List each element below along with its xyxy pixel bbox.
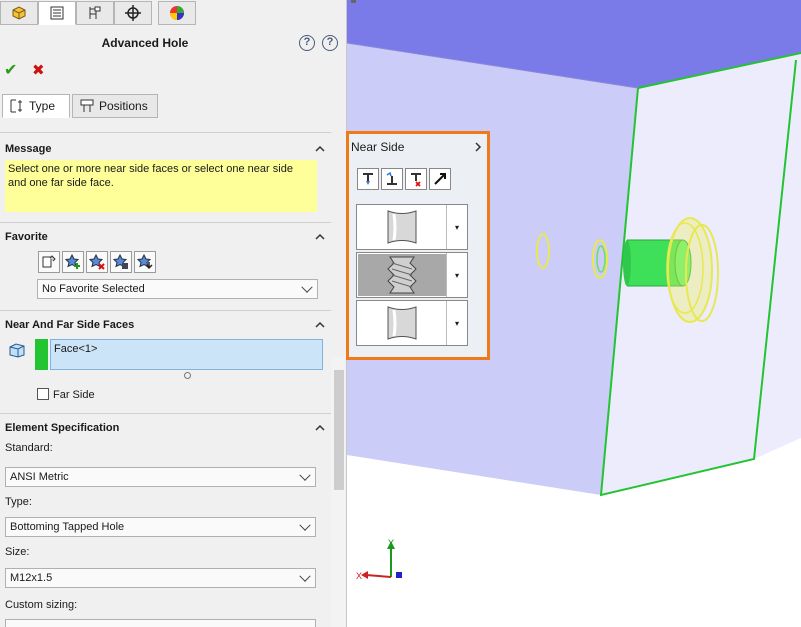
counterbore-element-icon <box>358 206 446 248</box>
ok-check-icon[interactable]: ✔ <box>4 60 17 80</box>
star-load-icon <box>137 254 153 270</box>
near-side-element-3[interactable]: ▾ <box>356 300 468 346</box>
dropdown-arrow-icon <box>301 281 313 293</box>
near-side-faces-box[interactable]: Face<1> <box>50 339 323 370</box>
add-favorite-button[interactable] <box>62 251 84 273</box>
standard-select[interactable]: ANSI Metric <box>5 467 316 487</box>
star-add-icon <box>65 254 80 269</box>
manager-tabs <box>0 0 346 27</box>
whats-new-icon[interactable]: ? <box>299 35 315 51</box>
near-side-flyout: Near Side ▾ ▾ ▾ <box>346 131 490 360</box>
standard-select-value: ANSI Metric <box>10 471 69 483</box>
insert-element-above-button[interactable] <box>381 168 403 190</box>
hole-position-icon <box>80 99 94 112</box>
message-header: Message <box>5 143 52 155</box>
save-favorite-button[interactable] <box>110 251 132 273</box>
collapse-chevron-icon[interactable] <box>314 319 326 331</box>
scrollbar-thumb[interactable] <box>334 370 344 490</box>
face-selection-icon <box>9 343 25 358</box>
axis-triad: Y X <box>356 538 402 581</box>
near-side-title: Near Side <box>351 140 405 154</box>
faces-header: Near And Far Side Faces <box>5 319 135 331</box>
tab-type-label: Type <box>29 99 56 113</box>
appearance-icon <box>170 6 184 20</box>
delete-element-icon <box>411 173 421 187</box>
delete-favorite-button[interactable] <box>86 251 108 273</box>
straight-element-icon <box>358 302 446 344</box>
tab-type[interactable]: Type <box>2 94 70 118</box>
delete-element-button[interactable] <box>405 168 427 190</box>
element-2-dropdown-icon[interactable]: ▾ <box>446 253 467 297</box>
custom-sizing-label: Custom sizing: <box>5 599 78 611</box>
star-delete-icon <box>89 254 105 270</box>
load-favorite-button[interactable] <box>134 251 156 273</box>
insert-element-below-button[interactable] <box>357 168 379 190</box>
far-side-label: Far Side <box>53 389 95 401</box>
type-select-value: Bottoming Tapped Hole <box>10 521 125 533</box>
insert-below-icon <box>363 173 373 185</box>
resize-handle-icon[interactable] <box>184 372 191 379</box>
display-manager-tab[interactable] <box>158 1 196 25</box>
tab-positions[interactable]: Positions <box>72 94 158 118</box>
cancel-x-icon[interactable]: ✖ <box>32 61 45 79</box>
element-spec-header: Element Specification <box>5 422 120 434</box>
feature-manager-tab[interactable] <box>0 1 38 25</box>
size-label: Size: <box>5 546 30 558</box>
list-icon <box>50 6 64 20</box>
element-1-dropdown-icon[interactable]: ▾ <box>446 205 467 249</box>
near-side-element-2[interactable]: ▾ <box>356 252 468 298</box>
type-label: Type: <box>5 496 32 508</box>
dropdown-arrow-icon <box>299 519 311 531</box>
y-axis-label: Y <box>388 538 394 548</box>
property-manager-tab[interactable] <box>38 1 76 25</box>
tapped-element-icon <box>358 254 446 296</box>
message-box: Select one or more near side faces or se… <box>5 160 317 212</box>
star-save-icon <box>113 254 128 269</box>
update-favorite-button[interactable] <box>38 251 60 273</box>
favorite-header: Favorite <box>5 231 48 243</box>
tab-positions-label: Positions <box>99 99 148 113</box>
near-side-element-1[interactable]: ▾ <box>356 204 468 250</box>
size-select-value: M12x1.5 <box>10 572 53 584</box>
insert-above-icon <box>386 171 397 185</box>
collapse-chevron-icon[interactable] <box>314 231 326 243</box>
configuration-icon <box>89 6 101 19</box>
part-icon <box>12 6 26 20</box>
face-selection-item: Face<1> <box>54 343 98 355</box>
crosshair-icon <box>125 5 141 21</box>
help-icon[interactable]: ? <box>322 35 338 51</box>
favorite-select[interactable]: No Favorite Selected <box>37 279 318 299</box>
custom-sizing-select[interactable] <box>5 619 316 627</box>
property-manager: Advanced Hole ? ? ✔ ✖ Type Positions Mes… <box>0 0 347 627</box>
favorite-update-icon <box>42 255 56 268</box>
dimxpert-manager-tab[interactable] <box>114 1 152 25</box>
x-axis-label: X <box>356 571 362 581</box>
configuration-manager-tab[interactable] <box>76 1 114 25</box>
chevron-right-icon[interactable] <box>473 142 483 152</box>
favorite-select-value: No Favorite Selected <box>42 283 145 295</box>
panel-title: Advanced Hole <box>101 36 189 50</box>
dropdown-arrow-icon <box>299 570 311 582</box>
type-select[interactable]: Bottoming Tapped Hole <box>5 517 316 537</box>
standard-label: Standard: <box>5 442 53 454</box>
element-3-dropdown-icon[interactable]: ▾ <box>446 301 467 345</box>
hole-type-icon <box>10 99 22 113</box>
far-side-checkbox[interactable] <box>37 388 49 400</box>
selection-color-swatch <box>35 339 48 370</box>
viewport-edge-marker <box>351 0 356 3</box>
reverse-arrow-icon <box>434 173 446 185</box>
collapse-chevron-icon[interactable] <box>314 143 326 155</box>
reverse-direction-button[interactable] <box>429 168 451 190</box>
dropdown-arrow-icon <box>299 469 311 481</box>
size-select[interactable]: M12x1.5 <box>5 568 316 588</box>
collapse-chevron-icon[interactable] <box>314 422 326 434</box>
